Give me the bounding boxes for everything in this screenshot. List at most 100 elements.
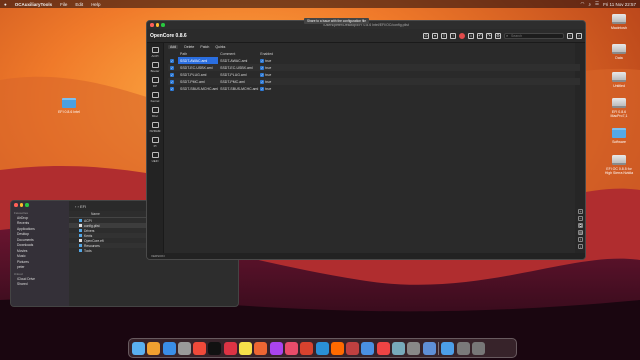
- apple-icon[interactable]: ●: [4, 2, 7, 7]
- sidebar-item-shared[interactable]: Shared: [11, 281, 69, 287]
- folder-icon: [62, 98, 76, 108]
- add-row-icon[interactable]: +: [578, 209, 583, 214]
- dock-app-icon[interactable]: [239, 341, 253, 355]
- dock-separator: [437, 341, 439, 355]
- sidebar-item-booter[interactable]: Booter: [147, 62, 163, 73]
- desktop-icon-software[interactable]: Software: [604, 128, 634, 144]
- dock-app-icon[interactable]: [407, 341, 421, 355]
- drive-icon: [612, 14, 626, 24]
- sidebar-item-nvram[interactable]: NVRAM: [147, 122, 163, 133]
- enabled-checkbox[interactable]: ✓: [260, 86, 265, 91]
- search-menu-icon[interactable]: ⌕: [588, 2, 591, 7]
- sidebar-item-dp[interactable]: DP: [147, 77, 163, 88]
- enabled-checkbox[interactable]: ✓: [260, 79, 265, 84]
- row-select-checkbox[interactable]: ✓: [170, 58, 174, 63]
- dock-app-icon[interactable]: [456, 341, 470, 355]
- settings-icon[interactable]: ⚙: [495, 32, 501, 39]
- dock-app-icon[interactable]: [223, 341, 237, 355]
- tab-add[interactable]: Add: [168, 45, 179, 49]
- dock-app-icon[interactable]: [346, 341, 360, 355]
- close-icon[interactable]: [150, 23, 154, 27]
- search-prev-icon[interactable]: ‹: [567, 32, 573, 39]
- share-issue-icon[interactable]: [459, 32, 465, 39]
- dock-app-icon[interactable]: [269, 341, 283, 355]
- enabled-checkbox[interactable]: ✓: [260, 65, 265, 70]
- wifi-icon[interactable]: ◠: [581, 1, 585, 7]
- sidebar-item-pi[interactable]: PI: [147, 137, 163, 148]
- undo-icon[interactable]: ↶: [477, 32, 483, 39]
- move-down-icon[interactable]: ↓: [578, 244, 583, 249]
- dp-icon: [151, 77, 159, 83]
- table-row[interactable]: ✓ SSDT-AWAC.aml SSDT-AWAC.aml ✓ true: [168, 57, 580, 64]
- menu-app-name[interactable]: OCAuxiliaryTools: [15, 2, 52, 7]
- dock-app-icon[interactable]: [284, 341, 298, 355]
- desktop-icon-macintosh[interactable]: Macintosh: [604, 14, 634, 30]
- dock-app-icon[interactable]: [315, 341, 329, 355]
- forward-icon[interactable]: ›: [77, 204, 78, 209]
- folder-icon: [79, 229, 82, 232]
- zoom-icon[interactable]: [161, 23, 165, 27]
- menu-clock[interactable]: Fri 11 Nov 22:57: [603, 2, 636, 7]
- dock-app-icon[interactable]: [208, 341, 222, 355]
- sidebar-item-kernel[interactable]: Kernel: [147, 92, 163, 103]
- redo-icon[interactable]: ↷: [486, 32, 492, 39]
- table-row[interactable]: ✓ SSDT-PLUG.aml SSDT-PLUG.aml ✓ true: [168, 71, 580, 78]
- dock-app-icon[interactable]: [330, 341, 344, 355]
- dock-app-icon[interactable]: [162, 341, 176, 355]
- dock-app-icon[interactable]: [392, 341, 406, 355]
- remove-row-icon[interactable]: −: [578, 216, 583, 221]
- dock-app-icon[interactable]: [376, 341, 390, 355]
- menu-file[interactable]: File: [60, 2, 67, 7]
- menu-bar: ● OCAuxiliaryTools File Edit Help ◠ ⌕ ☰ …: [0, 0, 640, 8]
- desktop-icon-untitled[interactable]: Untitled: [604, 72, 634, 88]
- mount-icon[interactable]: ⌂: [468, 32, 474, 39]
- dock-app-icon[interactable]: [361, 341, 375, 355]
- close-icon[interactable]: [14, 203, 18, 207]
- desktop-icon-efi-macpro[interactable]: EFI 0.8.6 MacPro7,1: [604, 98, 634, 118]
- desktop-icon-efi-high-sierra[interactable]: EFI OC 0.8.5 for High Sierra Nvidia: [604, 155, 634, 175]
- dock-app-icon[interactable]: [300, 341, 314, 355]
- save-icon[interactable]: ▾: [432, 32, 438, 39]
- sidebar-item-acpi[interactable]: ACPI: [147, 47, 163, 58]
- dock-app-icon[interactable]: [147, 341, 161, 355]
- dock-app-icon[interactable]: [193, 341, 207, 355]
- copy-row-icon[interactable]: ⧉: [578, 223, 583, 228]
- table-row[interactable]: ✓ SSDT-SBUS-MCHC.aml SSDT-SBUS-MCHC.aml ✓ t…: [168, 85, 580, 92]
- minimize-icon[interactable]: [19, 203, 23, 207]
- desktop-icon-data[interactable]: Data: [604, 44, 634, 60]
- dock-app-icon[interactable]: [177, 341, 191, 355]
- menu-help[interactable]: Help: [91, 2, 100, 7]
- dock-app-icon[interactable]: [254, 341, 268, 355]
- search-input[interactable]: Search: [504, 32, 564, 39]
- database-icon[interactable]: ≡: [441, 32, 447, 39]
- tab-delete[interactable]: Delete: [184, 45, 194, 49]
- menu-edit[interactable]: Edit: [75, 2, 83, 7]
- row-select-checkbox[interactable]: ✓: [170, 86, 174, 91]
- row-select-checkbox[interactable]: ✓: [170, 79, 174, 84]
- open-icon[interactable]: ⊙: [423, 32, 429, 39]
- desktop-icon-efi-intel[interactable]: EFI 0.8.6 Intel: [54, 98, 84, 114]
- zoom-icon[interactable]: [25, 203, 29, 207]
- dock-app-icon[interactable]: [422, 341, 436, 355]
- row-select-checkbox[interactable]: ✓: [170, 72, 174, 77]
- row-select-checkbox[interactable]: ✓: [170, 65, 174, 70]
- minimize-icon[interactable]: [155, 23, 159, 27]
- paste-row-icon[interactable]: ▤: [578, 230, 583, 235]
- table-row[interactable]: ✓ SSDT-EC-USBX.aml SSDT-EC-USBX.aml ✓ true: [168, 64, 580, 71]
- dock-app-icon[interactable]: [132, 341, 145, 355]
- drive-icon: [612, 44, 626, 54]
- move-up-icon[interactable]: ↑: [578, 237, 583, 242]
- tab-patch[interactable]: Patch: [200, 45, 209, 49]
- dock-app-icon[interactable]: [471, 341, 485, 355]
- upgrade-icon[interactable]: ↑: [450, 32, 456, 39]
- tab-quirks[interactable]: Quirks: [215, 45, 225, 49]
- search-next-icon[interactable]: ›: [576, 32, 582, 39]
- sidebar-item-misc[interactable]: Misc: [147, 107, 163, 118]
- dock-app-icon[interactable]: [441, 341, 455, 355]
- table-row[interactable]: ✓ SSDT-PMC.aml SSDT-PMC.aml ✓ true: [168, 78, 580, 85]
- enabled-checkbox[interactable]: ✓: [260, 72, 265, 77]
- sidebar-item-uefi[interactable]: UEFI: [147, 152, 163, 163]
- enabled-checkbox[interactable]: ✓: [260, 58, 265, 63]
- control-center-icon[interactable]: ☰: [595, 1, 599, 7]
- uefi-icon: [151, 152, 159, 158]
